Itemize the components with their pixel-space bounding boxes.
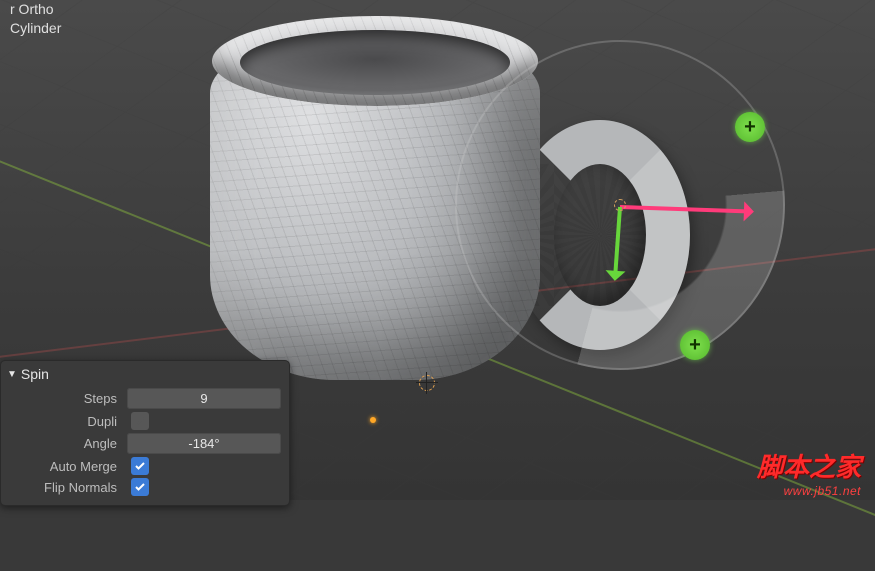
mesh-object-mug[interactable] — [190, 0, 570, 410]
watermark-cn: 脚本之家 — [757, 447, 861, 484]
origin-dot-icon — [370, 417, 376, 423]
steps-label: Steps — [7, 391, 127, 406]
operator-title: Spin — [21, 366, 49, 382]
dupli-checkbox[interactable] — [131, 412, 149, 430]
angle-label: Angle — [7, 436, 127, 451]
angle-input[interactable]: -184° — [127, 433, 281, 454]
operator-panel-header[interactable]: ▼ Spin — [7, 366, 281, 382]
operator-panel-spin[interactable]: ▼ Spin Steps 9 Dupli Angle -184° Auto Me… — [0, 360, 290, 506]
check-icon — [134, 415, 146, 427]
dupli-label: Dupli — [7, 414, 127, 429]
flipnormals-label: Flip Normals — [7, 480, 127, 495]
mug-inner — [240, 30, 510, 95]
flipnormals-checkbox[interactable] — [131, 478, 149, 496]
check-icon — [134, 460, 146, 472]
steps-input[interactable]: 9 — [127, 388, 281, 409]
chevron-down-icon: ▼ — [7, 369, 17, 380]
automerge-checkbox[interactable] — [131, 457, 149, 475]
check-icon — [134, 481, 146, 493]
watermark-url: www.jb51.net — [784, 484, 861, 498]
viewport-overlay-text: r Ortho Cylinder — [10, 0, 61, 38]
automerge-label: Auto Merge — [7, 459, 127, 474]
3d-cursor-icon — [416, 372, 438, 394]
